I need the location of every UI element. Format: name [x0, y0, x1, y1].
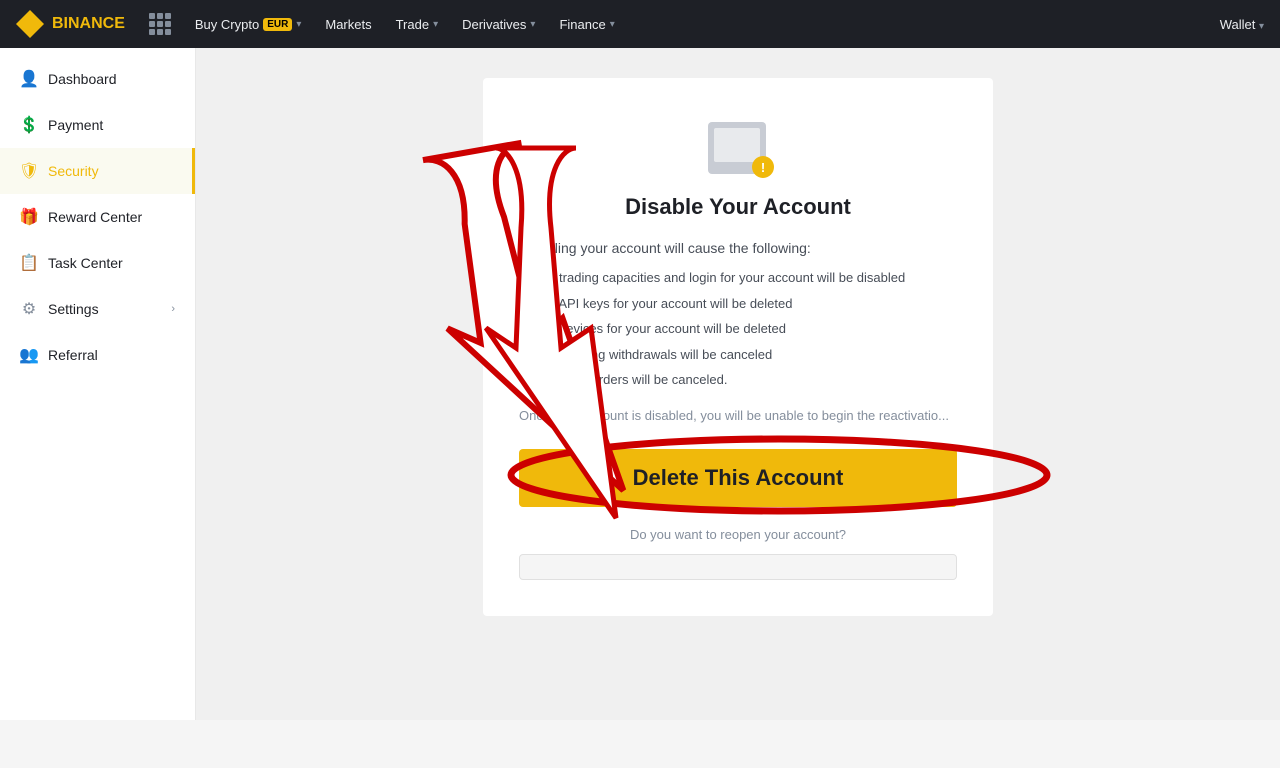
brand-name: BINANCE [52, 15, 125, 33]
consequence-3: All devices for your account will be del… [541, 319, 957, 339]
security-icon: 🛡 [20, 162, 38, 180]
consequence-5: All open orders will be canceled. [541, 370, 957, 390]
chevron-down-icon: ▾ [610, 19, 615, 30]
card-icon-area: ! [519, 118, 957, 178]
consequence-4: All pending withdrawals will be canceled [541, 345, 957, 365]
grid-menu-icon[interactable] [149, 13, 171, 35]
card-note: Once your account is disabled, you will … [519, 406, 957, 426]
sidebar-item-dashboard[interactable]: 👤 Dashboard [0, 56, 195, 102]
consequence-1: All trading capacities and login for you… [541, 268, 957, 288]
dashboard-icon: 👤 [20, 70, 38, 88]
chevron-down-icon: ▾ [433, 19, 438, 30]
settings-icon: ⚙ [20, 300, 38, 318]
main-content: ! Disable Your Account Disabling your ac… [196, 48, 1280, 720]
task-icon: 📋 [20, 254, 38, 272]
cancel-button[interactable] [519, 554, 957, 580]
sidebar-item-task-center[interactable]: 📋 Task Center [0, 240, 195, 286]
sidebar-item-referral[interactable]: 👥 Referral [0, 332, 195, 378]
nav-finance[interactable]: Finance ▾ [559, 17, 614, 32]
disable-account-card: ! Disable Your Account Disabling your ac… [483, 78, 993, 616]
top-navigation: BINANCE Buy Crypto EUR ▾ Markets Trade ▾… [0, 0, 1280, 48]
payment-icon: 💲 [20, 116, 38, 134]
sidebar: 👤 Dashboard 💲 Payment 🛡 Security 🎁 Rewar… [0, 48, 196, 720]
reward-icon: 🎁 [20, 208, 38, 226]
brand-logo[interactable]: BINANCE [16, 10, 125, 38]
chevron-down-icon: ▾ [296, 19, 301, 30]
reopen-question: Do you want to reopen your account? [519, 527, 957, 542]
delete-account-button[interactable]: Delete This Account [519, 449, 957, 507]
nav-trade[interactable]: Trade ▾ [396, 17, 439, 32]
sidebar-item-reward-center[interactable]: 🎁 Reward Center [0, 194, 195, 240]
consequences-list: All trading capacities and login for you… [519, 268, 957, 390]
card-subtitle: Disabling your account will cause the fo… [519, 240, 957, 256]
nav-buy-crypto[interactable]: Buy Crypto EUR ▾ [195, 17, 301, 32]
sidebar-item-payment[interactable]: 💲 Payment [0, 102, 195, 148]
sidebar-item-security[interactable]: 🛡 Security [0, 148, 195, 194]
page-layout: 👤 Dashboard 💲 Payment 🛡 Security 🎁 Rewar… [0, 48, 1280, 720]
nav-wallet[interactable]: Wallet ▾ [1220, 17, 1264, 32]
binance-diamond-icon [16, 10, 44, 38]
consequence-2: All API keys for your account will be de… [541, 294, 957, 314]
sidebar-item-settings[interactable]: ⚙ Settings › [0, 286, 195, 332]
nav-markets[interactable]: Markets [325, 17, 371, 32]
referral-icon: 👥 [20, 346, 38, 364]
nav-derivatives[interactable]: Derivatives ▾ [462, 17, 535, 32]
card-title: Disable Your Account [519, 194, 957, 220]
device-warning-icon: ! [702, 118, 774, 178]
chevron-right-icon: › [171, 303, 175, 315]
warning-badge: ! [752, 156, 774, 178]
chevron-down-icon: ▾ [1259, 21, 1264, 32]
chevron-down-icon: ▾ [530, 19, 535, 30]
